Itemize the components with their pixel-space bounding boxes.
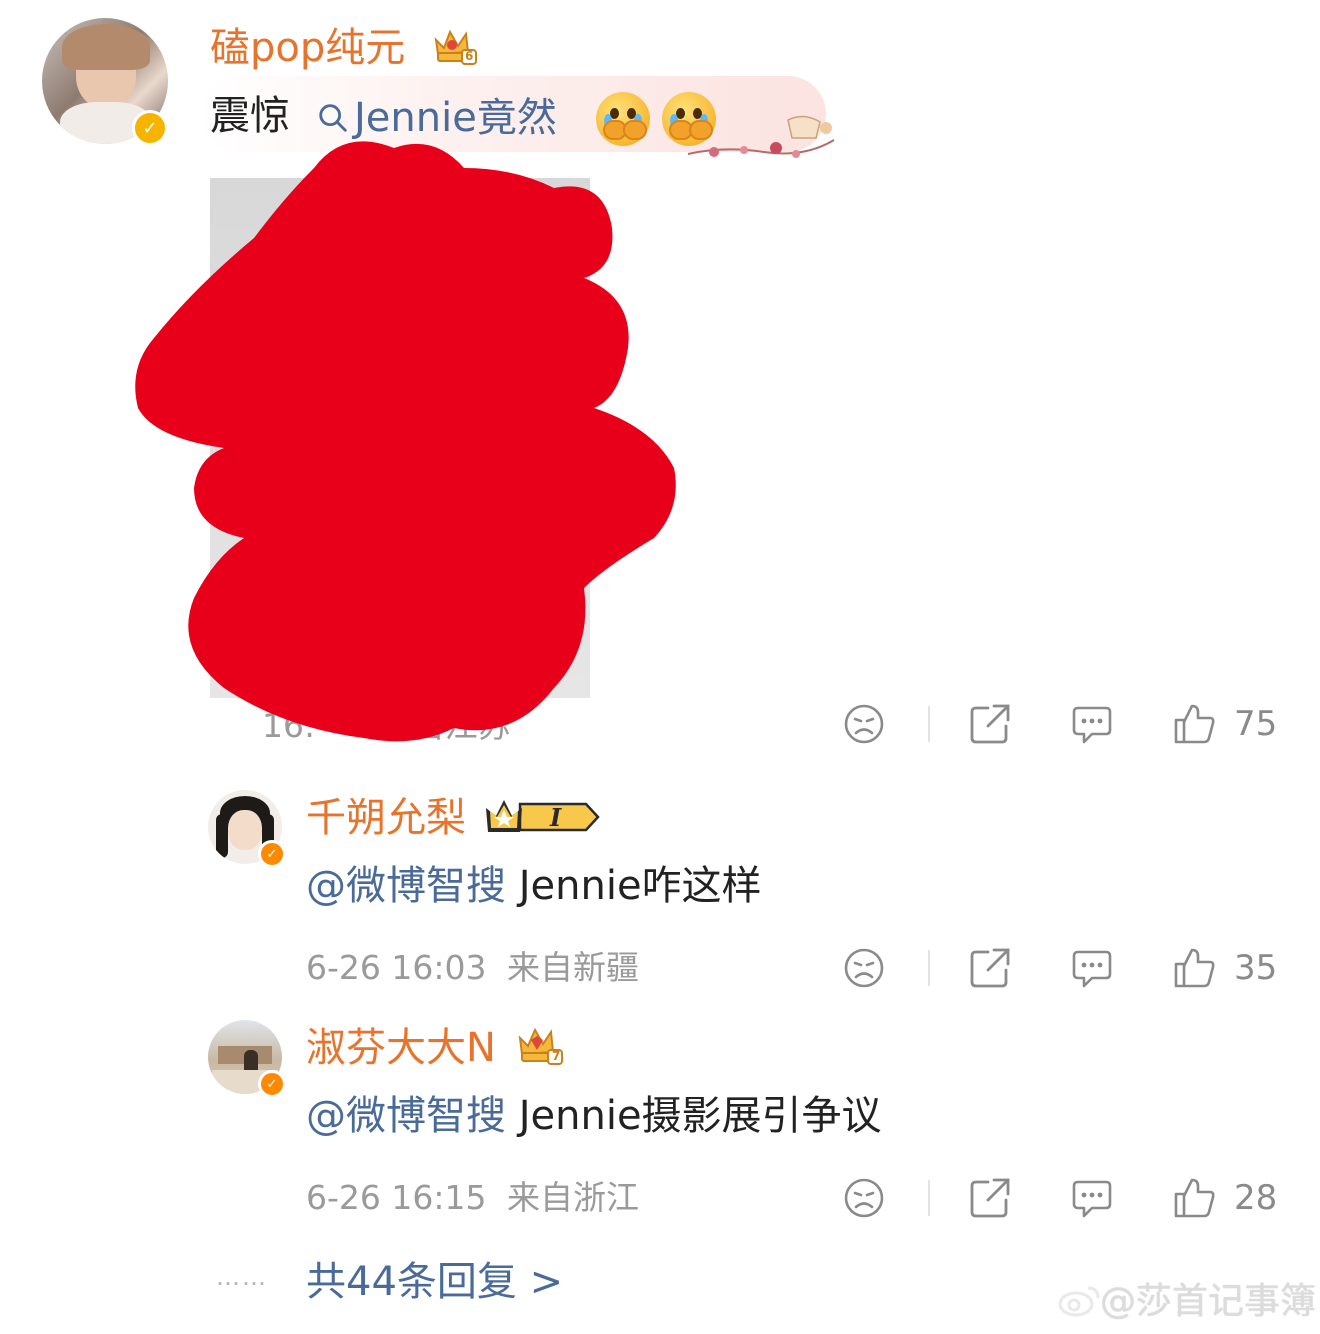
timestamp: 6-26 16:03: [306, 948, 487, 987]
reply-content: Jennie摄影展引争议: [506, 1093, 882, 1139]
like-button[interactable]: [1172, 702, 1216, 746]
reply-meta: 6-26 16:15 来自浙江: [306, 1178, 639, 1218]
more-replies-dots: ……: [216, 1263, 268, 1291]
like-count: 35: [1234, 948, 1278, 988]
more-replies-link[interactable]: 共44条回复 >: [306, 1256, 563, 1308]
weibo-logo-icon: [1058, 1282, 1102, 1318]
reply-button[interactable]: [1070, 1176, 1114, 1220]
dislike-button[interactable]: [842, 1176, 886, 1220]
reply-text: @微博智搜 Jennie咋这样: [306, 860, 762, 912]
level-number: 6: [465, 49, 474, 63]
location: 来自新疆: [507, 948, 639, 987]
like-button[interactable]: [1172, 1176, 1216, 1220]
reply-meta: 6-26 16:03 来自新疆: [306, 948, 639, 988]
divider: [928, 950, 930, 986]
reply-button[interactable]: [1070, 702, 1114, 746]
username[interactable]: 淑芬大大N: [306, 1024, 496, 1072]
location: 来自浙江: [507, 1178, 639, 1217]
level-number: 7: [552, 1049, 561, 1063]
reply-content: Jennie咋这样: [506, 863, 762, 909]
like-button[interactable]: [1172, 946, 1216, 990]
redaction-mark: [134, 128, 682, 748]
like-count: 28: [1234, 1178, 1278, 1218]
crown-rank-badge-icon: I: [482, 796, 602, 838]
divider: [928, 706, 930, 742]
crown-level-badge-icon: 7: [516, 1024, 564, 1066]
verified-badge-icon: ✓: [258, 1070, 286, 1098]
username[interactable]: 千朔允梨: [306, 794, 466, 842]
dislike-button[interactable]: [842, 702, 886, 746]
mention-link[interactable]: @微博智搜: [306, 863, 506, 909]
rank-label: I: [550, 803, 562, 832]
share-button[interactable]: [968, 702, 1012, 746]
share-button[interactable]: [968, 1176, 1012, 1220]
verified-badge-icon: ✓: [258, 840, 286, 868]
username[interactable]: 磕pop纯元: [210, 24, 405, 72]
watermark: @莎首记事簿: [1100, 1281, 1317, 1322]
like-count: 75: [1234, 704, 1278, 744]
reply-text: @微博智搜 Jennie摄影展引争议: [306, 1090, 882, 1142]
timestamp: 6-26 16:15: [306, 1178, 487, 1217]
share-button[interactable]: [968, 946, 1012, 990]
divider: [928, 1180, 930, 1216]
dislike-button[interactable]: [842, 946, 886, 990]
mention-link[interactable]: @微博智搜: [306, 1093, 506, 1139]
reply-button[interactable]: [1070, 946, 1114, 990]
crown-level-badge-icon: 6: [432, 26, 478, 66]
